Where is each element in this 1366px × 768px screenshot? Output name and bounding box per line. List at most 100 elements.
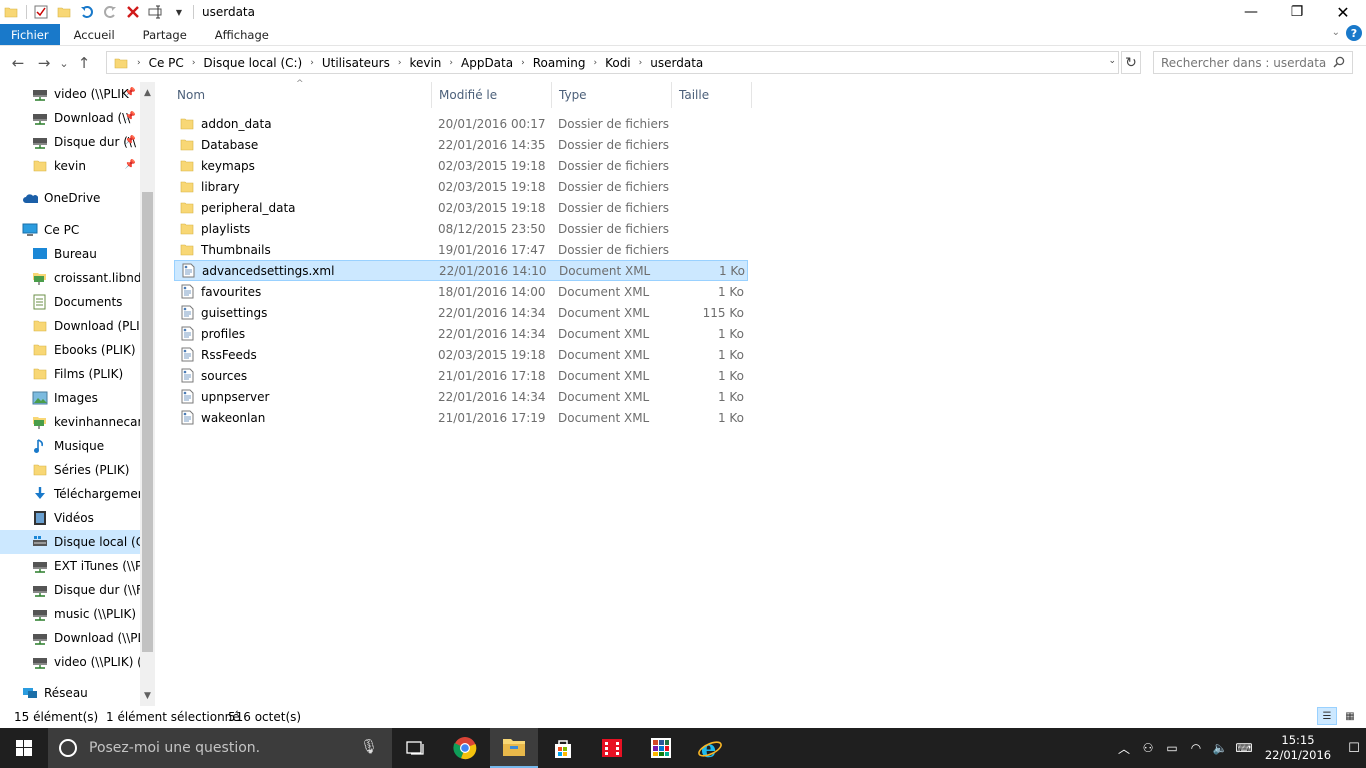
table-row[interactable]: library 02/03/2015 19:18 Dossier de fichie… (174, 176, 748, 197)
details-view-icon[interactable]: ☰ (1317, 707, 1337, 725)
forward-button[interactable]: → (31, 50, 57, 76)
chevron-right-icon[interactable]: › (393, 58, 407, 68)
chevron-right-icon[interactable]: › (516, 58, 530, 68)
breadcrumb-item[interactable]: Utilisateurs (319, 56, 393, 70)
chrome-icon[interactable] (441, 728, 489, 768)
search-icon[interactable] (1333, 56, 1345, 71)
close-button[interactable]: ✕ (1320, 0, 1366, 24)
table-row[interactable]: upnpserver 22/01/2016 14:34 Document XML 1 … (174, 386, 748, 407)
scroll-up-icon[interactable]: ▲ (140, 85, 155, 100)
sidebar-item[interactable]: Vidéos (0, 506, 140, 530)
table-row[interactable]: profiles 22/01/2016 14:34 Document XML 1 Ko (174, 323, 748, 344)
chevron-right-icon[interactable]: › (132, 58, 146, 68)
new-folder-icon[interactable] (56, 4, 72, 20)
redo-icon[interactable] (102, 4, 118, 20)
breadcrumb-item[interactable]: AppData (458, 56, 516, 70)
chevron-right-icon[interactable]: › (444, 58, 458, 68)
column-header-date[interactable]: Modifié le (432, 82, 552, 108)
large-icons-view-icon[interactable]: ▦ (1340, 707, 1360, 725)
sidebar-item[interactable]: kevinhannecart.s (0, 410, 140, 434)
office-icon[interactable] (637, 728, 685, 768)
expand-ribbon-icon[interactable]: ⌄ (1332, 27, 1340, 38)
chevron-down-icon[interactable]: ⌄ (1108, 56, 1116, 66)
cortana-search[interactable]: Posez-moi une question. 🎙 (48, 728, 392, 768)
wifi-icon[interactable]: ◠ (1184, 741, 1208, 755)
breadcrumb-item[interactable]: Ce PC (146, 56, 187, 70)
table-row[interactable]: advancedsettings.xml 22/01/2016 14:10 Docu… (174, 260, 748, 281)
table-row[interactable]: addon_data 20/01/2016 00:17 Dossier de fic… (174, 113, 748, 134)
sidebar-item[interactable]: Ce PC (0, 218, 140, 242)
scroll-down-icon[interactable]: ▼ (140, 688, 155, 703)
minimize-button[interactable]: — (1228, 0, 1274, 24)
start-button[interactable] (0, 728, 48, 768)
table-row[interactable]: wakeonlan 21/01/2016 17:19 Document XML 1 K… (174, 407, 748, 428)
breadcrumb-item[interactable]: kevin (406, 56, 444, 70)
sidebar-item[interactable]: Disque dur (\\FR (0, 578, 140, 602)
microphone-icon[interactable]: 🎙 (360, 739, 378, 755)
help-icon[interactable]: ? (1346, 25, 1362, 41)
table-row[interactable]: guisettings 22/01/2016 14:34 Document XML 1… (174, 302, 748, 323)
show-hidden-icons-icon[interactable]: ︿ (1112, 740, 1136, 757)
battery-icon[interactable]: ▭ (1160, 741, 1184, 755)
sidebar-item[interactable]: video (\\PLIK) (Z (0, 650, 140, 674)
breadcrumb-item[interactable]: Kodi (602, 56, 634, 70)
chevron-right-icon[interactable]: › (187, 58, 201, 68)
clock[interactable]: 15:15 22/01/2016 (1262, 733, 1334, 763)
sidebar-scrollbar[interactable]: ▲ ▼ (140, 82, 155, 706)
sidebar-item[interactable]: Films (PLIK) (0, 362, 140, 386)
table-row[interactable]: Thumbnails 19/01/2016 17:47 Dossier de fic… (174, 239, 748, 260)
sidebar-item[interactable]: music (\\PLIK) ( (0, 602, 140, 626)
sidebar-item[interactable]: Disque dur (\\ 📌 (0, 130, 140, 154)
sidebar-item[interactable]: OneDrive (0, 186, 140, 210)
chevron-right-icon[interactable]: › (305, 58, 319, 68)
sidebar-item[interactable]: Ebooks (PLIK) (0, 338, 140, 362)
maximize-button[interactable]: ❐ (1274, 0, 1320, 24)
table-row[interactable]: RssFeeds 02/03/2015 19:18 Document XML 1 Ko (174, 344, 748, 365)
action-center-icon[interactable]: ☐ (1342, 741, 1366, 756)
customize-toolbar-icon[interactable]: ▼ (171, 4, 187, 20)
tab-accueil[interactable]: Accueil (60, 24, 129, 45)
column-header-size[interactable]: Taille (672, 82, 752, 108)
task-view-icon[interactable] (392, 728, 440, 768)
sidebar-item[interactable]: Réseau (0, 681, 140, 705)
sidebar-item[interactable]: Disque local (C:) (0, 530, 140, 554)
sidebar-item[interactable]: Download (PLIK) (0, 314, 140, 338)
delete-icon[interactable] (125, 4, 141, 20)
chevron-right-icon[interactable]: › (588, 58, 602, 68)
column-header-name[interactable]: Nom ^ (170, 79, 432, 108)
table-row[interactable]: peripheral_data 02/03/2015 19:18 Dossier d… (174, 197, 748, 218)
tab-affichage[interactable]: Affichage (201, 24, 283, 45)
search-box[interactable] (1153, 51, 1353, 74)
table-row[interactable]: playlists 08/12/2015 23:50 Dossier de fich… (174, 218, 748, 239)
rename-icon[interactable] (148, 4, 164, 20)
store-icon[interactable] (539, 728, 587, 768)
sidebar-item[interactable]: kevin 📌 (0, 154, 140, 178)
address-bar[interactable]: › Ce PC › Disque local (C:) › Utilisateu… (106, 51, 1119, 74)
breadcrumb-item[interactable]: Roaming (530, 56, 589, 70)
undo-icon[interactable] (79, 4, 95, 20)
scrollbar-thumb[interactable] (142, 192, 153, 652)
chevron-right-icon[interactable]: › (634, 58, 648, 68)
people-icon[interactable]: ⚇ (1136, 741, 1160, 755)
sidebar-item[interactable]: EXT iTunes (\\PL (0, 554, 140, 578)
breadcrumb-item[interactable]: userdata (647, 56, 706, 70)
search-input[interactable] (1161, 55, 1331, 70)
table-row[interactable]: keymaps 02/03/2015 19:18 Dossier de fichie… (174, 155, 748, 176)
sidebar-item[interactable]: Musique (0, 434, 140, 458)
table-row[interactable]: sources 21/01/2016 17:18 Document XML 1 Ko (174, 365, 748, 386)
media-app-icon[interactable] (588, 728, 636, 768)
sidebar-item[interactable]: Download (\\ 📌 (0, 106, 140, 130)
volume-icon[interactable]: 🔈 (1208, 741, 1232, 755)
column-header-type[interactable]: Type (552, 82, 672, 108)
properties-icon[interactable] (33, 4, 49, 20)
tab-partage[interactable]: Partage (129, 24, 201, 45)
refresh-button[interactable]: ↻ (1121, 51, 1141, 74)
breadcrumb-item[interactable]: Disque local (C:) (200, 56, 305, 70)
back-button[interactable]: ← (5, 50, 31, 76)
sidebar-item[interactable]: Téléchargement (0, 482, 140, 506)
up-button[interactable]: ↑ (71, 50, 97, 76)
sidebar-item[interactable]: Download (\\PLI (0, 626, 140, 650)
file-explorer-icon[interactable] (490, 728, 538, 768)
input-icon[interactable]: ⌨ (1232, 741, 1256, 755)
sidebar-item[interactable]: Bureau (0, 242, 140, 266)
